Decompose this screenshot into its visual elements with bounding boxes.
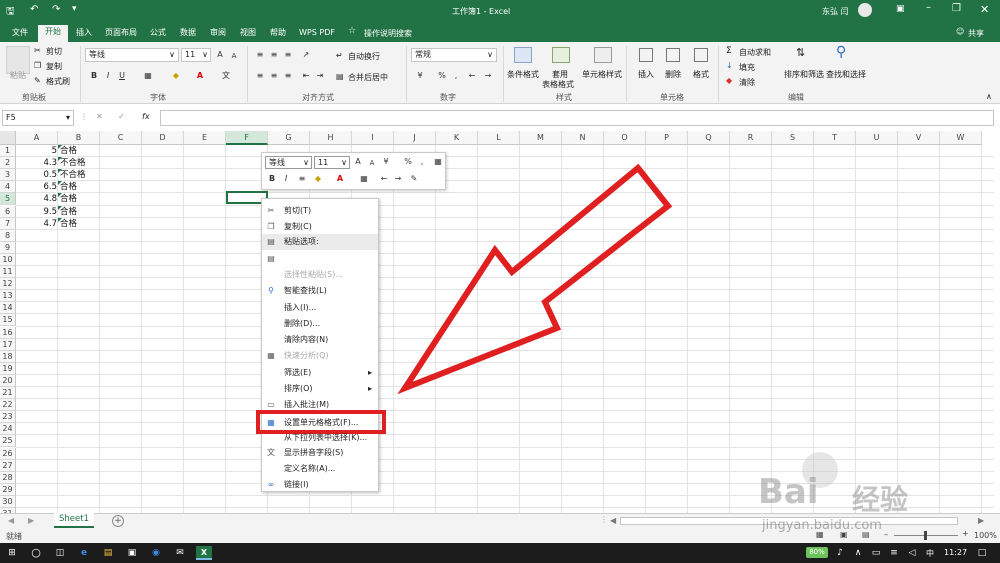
excel-window: 🖫 ↶ ↷ ▾ 工作簿1 - Excel 东弘 闫 ▣ – ❐ ✕ 文件 开始 … — [0, 0, 1000, 563]
watermark-brand: Bai — [758, 472, 819, 512]
watermark-suffix: 经验 — [852, 483, 909, 516]
watermark-url: jingyan.baidu.com — [762, 518, 882, 533]
arrow-shape — [397, 163, 673, 395]
baidu-watermark: Bai 经验 jingyan.baidu.com — [740, 452, 990, 542]
